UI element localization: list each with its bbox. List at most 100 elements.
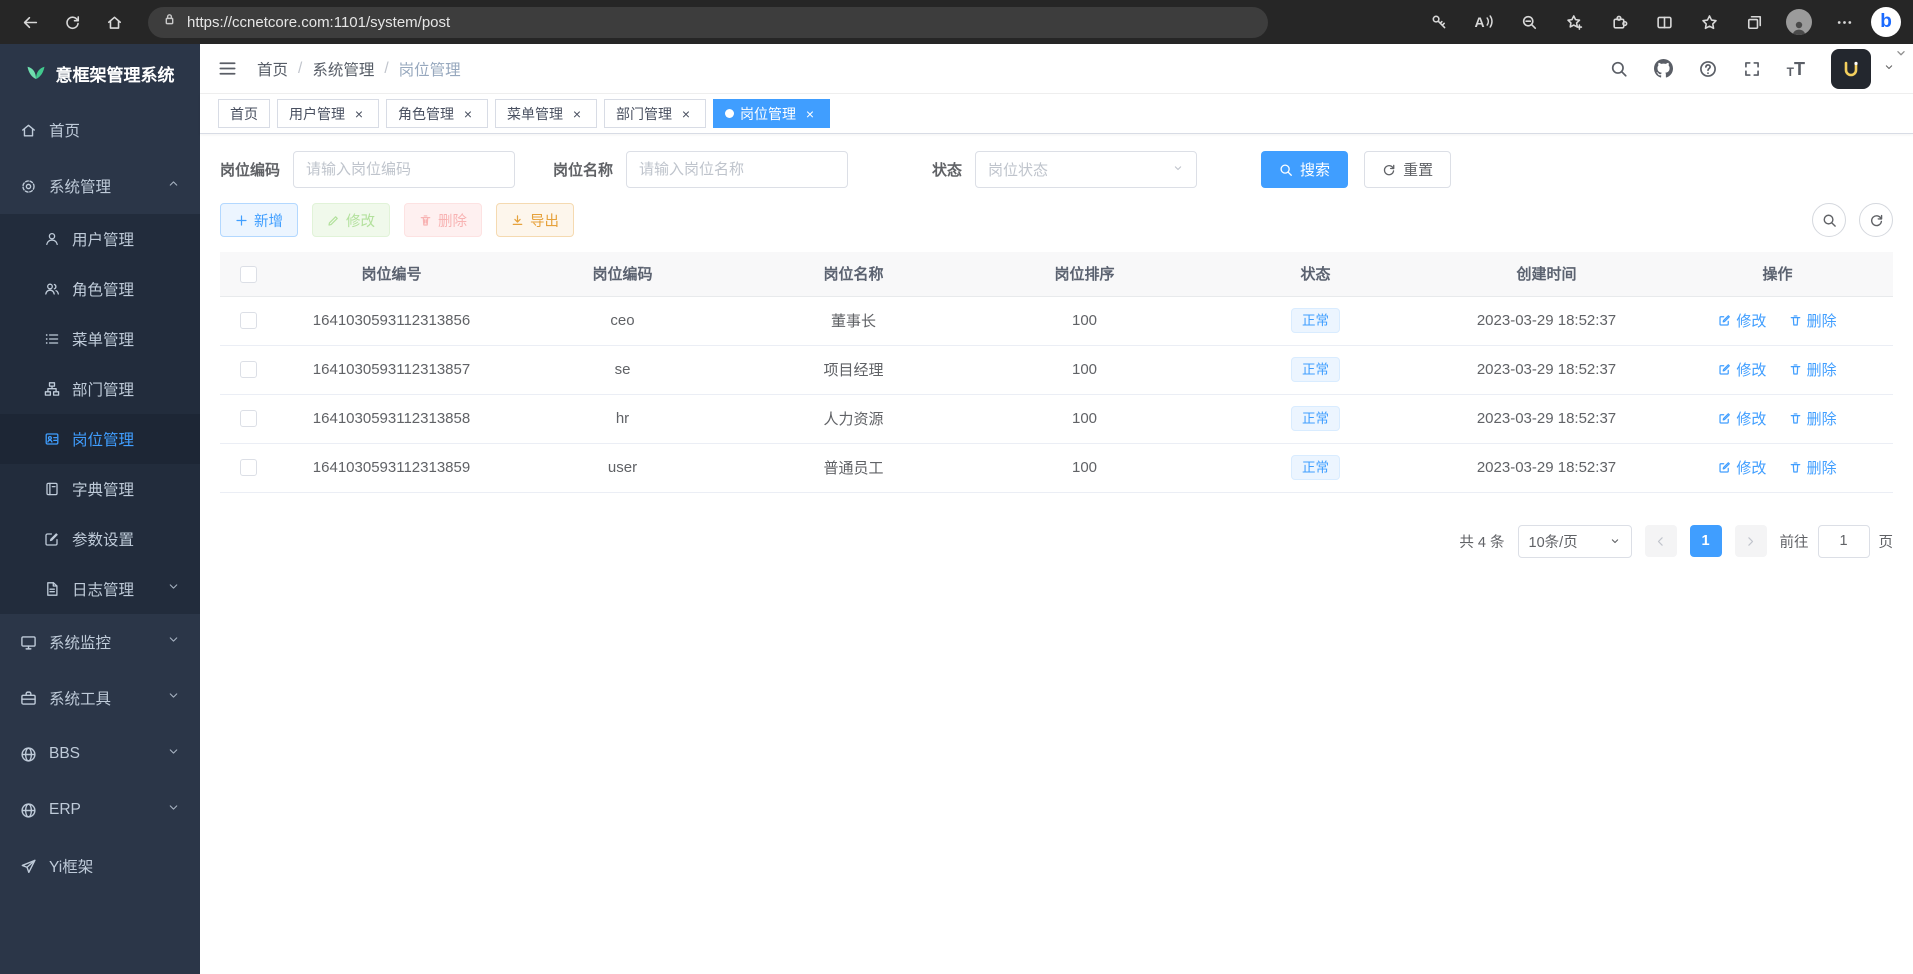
header-actions (1610, 49, 1895, 89)
extensions-puzzle-icon[interactable] (1601, 5, 1637, 39)
toggle-search-button[interactable] (1812, 203, 1846, 237)
tab-home[interactable]: 首页 (218, 99, 270, 128)
favorites-bar-star-icon[interactable] (1691, 5, 1727, 39)
tab-menu-management[interactable]: 菜单管理 (495, 99, 597, 128)
browser-refresh-button[interactable] (54, 5, 90, 39)
page-number-1[interactable]: 1 (1690, 525, 1722, 557)
refresh-table-button[interactable] (1859, 203, 1893, 237)
delete-button-disabled[interactable]: 删除 (404, 203, 482, 237)
tab-close-icon[interactable] (802, 106, 818, 122)
collections-icon[interactable] (1736, 5, 1772, 39)
sidebar-item-dictionary[interactable]: 字典管理 (0, 464, 200, 514)
bing-copilot-icon[interactable] (1871, 7, 1901, 37)
row-delete-link[interactable]: 删除 (1789, 359, 1837, 380)
split-screen-icon[interactable] (1646, 5, 1682, 39)
browser-sidebar-caret-icon[interactable] (1894, 46, 1908, 65)
next-page-button[interactable] (1735, 525, 1767, 557)
tab-close-icon[interactable] (678, 106, 694, 122)
page-size-select[interactable]: 10条/页 (1518, 525, 1632, 558)
row-edit-link[interactable]: 修改 (1718, 310, 1766, 331)
delete-button-label: 删除 (438, 210, 467, 231)
post-code-field[interactable] (293, 151, 515, 188)
tab-user-management[interactable]: 用户管理 (277, 99, 379, 128)
reset-button-label: 重置 (1403, 159, 1433, 180)
browser-back-button[interactable] (12, 5, 48, 39)
table-row[interactable]: 1641030593112313858 hr 人力资源 100 正常 2023-… (220, 394, 1893, 443)
font-size-icon[interactable] (1787, 60, 1805, 78)
select-all-checkbox[interactable] (240, 266, 257, 283)
goto-page-input[interactable] (1818, 525, 1870, 558)
github-icon[interactable] (1654, 59, 1673, 78)
add-button-label: 新增 (254, 210, 283, 231)
sidebar-item-home[interactable]: 首页 (0, 102, 200, 158)
sidebar-item-erp[interactable]: ERP (0, 782, 200, 838)
breadcrumb-home[interactable]: 首页 (257, 58, 288, 80)
table-row[interactable]: 1641030593112313857 se 项目经理 100 正常 2023-… (220, 345, 1893, 394)
row-edit-link[interactable]: 修改 (1718, 359, 1766, 380)
table-toolbar-right (1812, 203, 1893, 237)
browser-menu-ellipsis-icon[interactable] (1826, 5, 1862, 39)
edit-button-disabled[interactable]: 修改 (312, 203, 390, 237)
tab-label: 岗位管理 (740, 104, 796, 124)
header-search-icon[interactable] (1610, 60, 1628, 78)
sidebar-collapse-button[interactable] (218, 59, 237, 78)
row-delete-link[interactable]: 删除 (1789, 310, 1837, 331)
row-checkbox[interactable] (240, 410, 257, 427)
sidebar-item-roles[interactable]: 角色管理 (0, 264, 200, 314)
search-button[interactable]: 搜索 (1261, 151, 1348, 188)
post-name-field[interactable] (626, 151, 848, 188)
sidebar-item-yi-framework[interactable]: Yi框架 (0, 838, 200, 894)
post-code-input[interactable] (306, 161, 502, 178)
profile-avatar-icon[interactable] (1781, 5, 1817, 39)
sidebar-item-label: 首页 (49, 119, 80, 141)
row-checkbox[interactable] (240, 361, 257, 378)
sidebar-item-bbs[interactable]: BBS (0, 726, 200, 782)
sidebar-item-tools[interactable]: 系统工具 (0, 670, 200, 726)
tab-label: 菜单管理 (507, 104, 563, 124)
table-row[interactable]: 1641030593112313859 user 普通员工 100 正常 202… (220, 443, 1893, 492)
cell-post-sort: 100 (969, 394, 1200, 443)
status-select[interactable]: 岗位状态 (975, 151, 1197, 188)
tab-department-management[interactable]: 部门管理 (604, 99, 706, 128)
url-text[interactable]: https://ccnetcore.com:1101/system/post (187, 14, 450, 31)
export-button[interactable]: 导出 (496, 203, 574, 237)
status-badge: 正常 (1291, 406, 1340, 432)
reset-button[interactable]: 重置 (1364, 151, 1451, 188)
status-badge: 正常 (1291, 308, 1340, 334)
add-button[interactable]: 新增 (220, 203, 298, 237)
user-avatar[interactable] (1831, 49, 1871, 89)
add-favorite-star-icon[interactable] (1556, 5, 1592, 39)
sidebar-item-departments[interactable]: 部门管理 (0, 364, 200, 414)
row-edit-link[interactable]: 修改 (1718, 457, 1766, 478)
row-edit-link[interactable]: 修改 (1718, 408, 1766, 429)
post-name-input[interactable] (639, 161, 835, 178)
table-row[interactable]: 1641030593112313856 ceo 董事长 100 正常 2023-… (220, 296, 1893, 345)
sidebar-item-system[interactable]: 系统管理 (0, 158, 200, 214)
sidebar-item-parameters[interactable]: 参数设置 (0, 514, 200, 564)
sidebar-item-label: BBS (49, 745, 80, 763)
prev-page-button[interactable] (1645, 525, 1677, 557)
sidebar-item-logs[interactable]: 日志管理 (0, 564, 200, 614)
tab-close-icon[interactable] (460, 106, 476, 122)
tab-close-icon[interactable] (351, 106, 367, 122)
site-info-lock-icon[interactable] (162, 12, 177, 32)
row-delete-link[interactable]: 删除 (1789, 457, 1837, 478)
tab-role-management[interactable]: 角色管理 (386, 99, 488, 128)
sidebar-item-users[interactable]: 用户管理 (0, 214, 200, 264)
browser-home-button[interactable] (96, 5, 132, 39)
zoom-out-icon[interactable] (1511, 5, 1547, 39)
help-question-icon[interactable] (1699, 60, 1717, 78)
read-aloud-icon[interactable] (1466, 5, 1502, 39)
tab-close-icon[interactable] (569, 106, 585, 122)
tab-post-management[interactable]: 岗位管理 (713, 99, 830, 128)
row-checkbox[interactable] (240, 312, 257, 329)
sidebar-item-posts[interactable]: 岗位管理 (0, 414, 200, 464)
app-title: 意框架管理系统 (56, 61, 175, 86)
row-delete-link[interactable]: 删除 (1789, 408, 1837, 429)
address-bar[interactable]: https://ccnetcore.com:1101/system/post (148, 7, 1268, 38)
sidebar-item-menus[interactable]: 菜单管理 (0, 314, 200, 364)
sidebar-item-monitor[interactable]: 系统监控 (0, 614, 200, 670)
row-checkbox[interactable] (240, 459, 257, 476)
fullscreen-icon[interactable] (1743, 60, 1761, 78)
password-key-icon[interactable] (1421, 5, 1457, 39)
